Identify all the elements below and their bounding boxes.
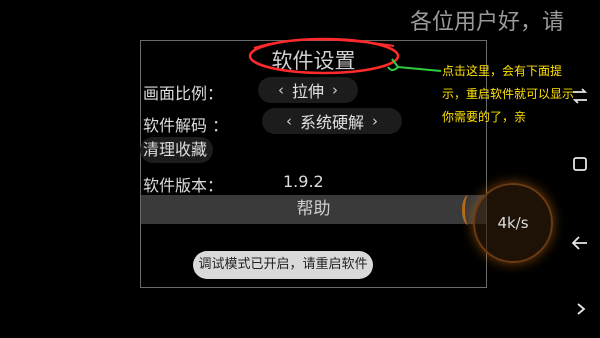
annotation-text: 点击这里，会有下面提示，重启软件就可以显示你需要的了，亲 xyxy=(442,64,575,124)
decoder-value: 系统硬解 xyxy=(299,113,364,132)
aspect-ratio-label: 画面比例： xyxy=(143,84,224,103)
version-label: 软件版本： xyxy=(143,176,224,195)
square-icon[interactable] xyxy=(572,156,588,172)
aspect-ratio-selector[interactable]: ‹ 拉伸 › xyxy=(258,77,358,103)
chevron-right-icon[interactable]: › xyxy=(332,81,338,99)
network-speed-indicator: 4k/s xyxy=(473,183,553,263)
aspect-ratio-value: 拉伸 xyxy=(291,82,324,101)
toast-message: 调试模式已开启，请重启软件 xyxy=(193,251,373,279)
clear-favorites-button[interactable]: 清理收藏 xyxy=(140,137,214,163)
decoder-selector[interactable]: ‹ 系统硬解 › xyxy=(262,108,402,134)
chevron-left-icon[interactable]: ‹ xyxy=(286,112,292,130)
chevron-right-icon[interactable] xyxy=(575,301,587,317)
swap-icon[interactable] xyxy=(570,87,590,105)
chevron-left-icon[interactable]: ‹ xyxy=(278,81,284,99)
help-button[interactable]: 帮助 xyxy=(141,195,486,224)
chevron-right-icon[interactable]: › xyxy=(372,112,378,130)
decoder-label: 软件解码 ： xyxy=(143,116,229,135)
green-arrow-annotation xyxy=(387,58,442,72)
network-speed-value: 4k/s xyxy=(497,214,529,232)
back-arrow-icon[interactable] xyxy=(571,234,589,252)
version-value: 1.9.2 xyxy=(283,172,324,191)
marquee-notice: 各位用户好，请 xyxy=(410,10,565,35)
